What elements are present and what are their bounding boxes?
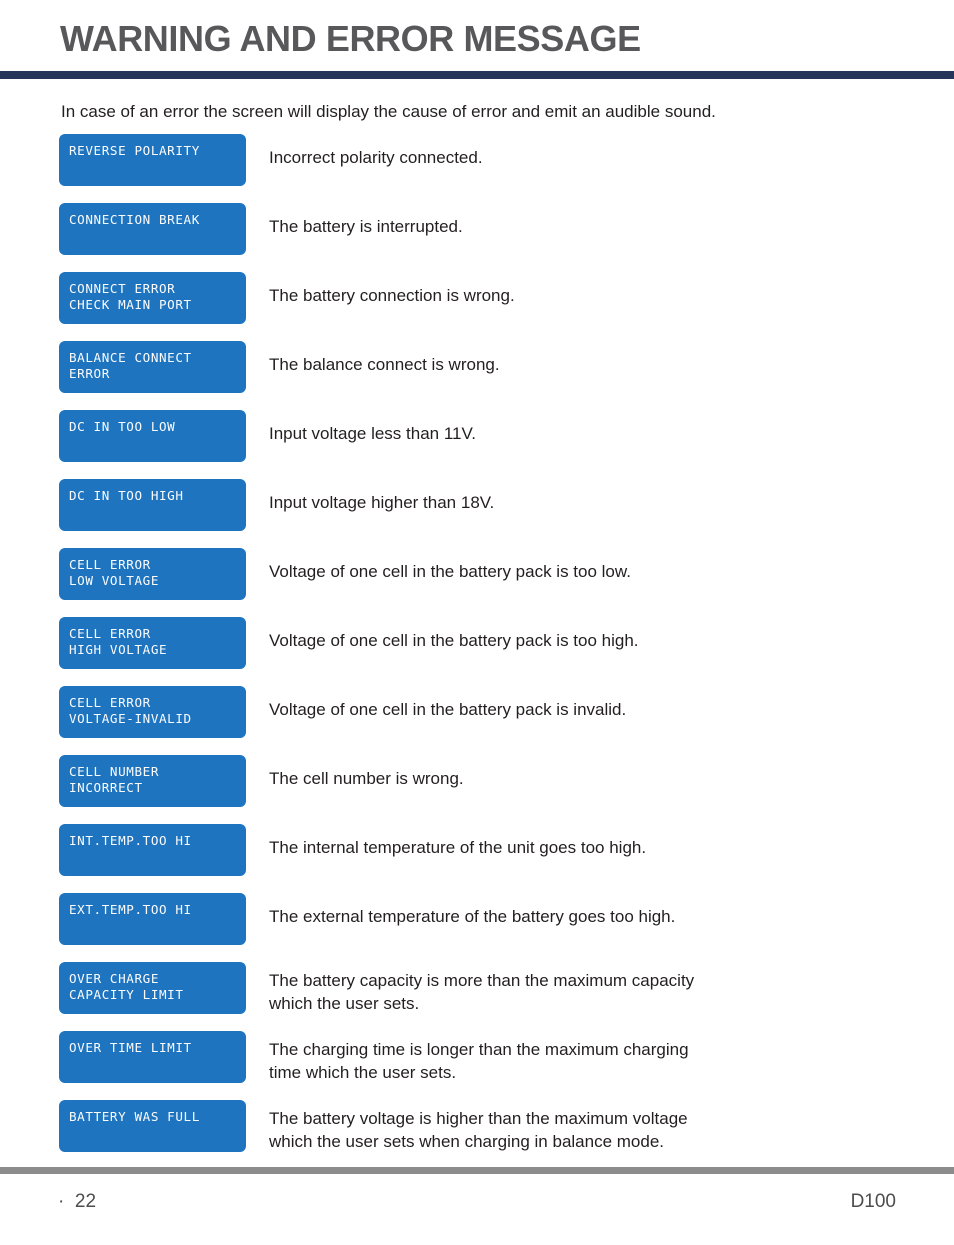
lcd-display-box: BALANCE CONNECT ERROR <box>59 341 246 393</box>
lcd-line-1: CELL ERROR <box>69 626 151 641</box>
lcd-display-box: CELL ERROR LOW VOLTAGE <box>59 548 246 600</box>
message-description: Incorrect polarity connected. <box>269 148 483 167</box>
message-row: CELL NUMBER INCORRECT The cell number is w… <box>59 755 899 807</box>
error-message-list: REVERSE POLARITY Incorrect polarity conne… <box>59 134 899 1169</box>
message-description: Input voltage less than 11V. <box>269 424 476 443</box>
message-description: The cell number is wrong. <box>269 769 464 788</box>
footer-divider-rule <box>0 1167 954 1174</box>
lcd-display-box: CELL ERROR VOLTAGE-INVALID <box>59 686 246 738</box>
message-description: The balance connect is wrong. <box>269 355 500 374</box>
message-description: The battery capacity is more than the ma… <box>269 971 695 1013</box>
lcd-line-2: CAPACITY LIMIT <box>69 987 184 1002</box>
message-description: The battery is interrupted. <box>269 217 463 236</box>
message-row: CELL ERROR LOW VOLTAGE Voltage of one cell… <box>59 548 899 600</box>
message-row: CELL ERROR HIGH VOLTAGE Voltage of one cel… <box>59 617 899 669</box>
message-row: BALANCE CONNECT ERROR The balance connect … <box>59 341 899 393</box>
message-row: OVER TIME LIMIT The charging time is long… <box>59 1031 899 1083</box>
message-row: CELL ERROR VOLTAGE-INVALID Voltage of one … <box>59 686 899 738</box>
lcd-line-1: CONNECT ERROR <box>69 281 176 296</box>
page-header: WARNING AND ERROR MESSAGE <box>0 0 954 79</box>
message-description: The external temperature of the battery … <box>269 907 676 926</box>
lcd-line-2: INCORRECT <box>69 780 143 795</box>
intro-paragraph: In case of an error the screen will disp… <box>61 102 716 121</box>
lcd-display-box: CELL ERROR HIGH VOLTAGE <box>59 617 246 669</box>
lcd-line-2: CHECK MAIN PORT <box>69 297 192 312</box>
lcd-line-1: CELL ERROR <box>69 695 151 710</box>
message-description: Input voltage higher than 18V. <box>269 493 495 512</box>
message-row: CONNECTION BREAK The battery is interrupt… <box>59 203 899 255</box>
lcd-display-box: EXT.TEMP.TOO HI <box>59 893 246 945</box>
header-divider-rule <box>0 71 954 79</box>
footer-page-number: · 22 <box>58 1191 97 1212</box>
lcd-line-1: REVERSE POLARITY <box>69 143 200 158</box>
lcd-line-1: DC IN TOO HIGH <box>69 488 184 503</box>
message-row: CONNECT ERROR CHECK MAIN PORT The battery … <box>59 272 899 324</box>
lcd-line-2: ERROR <box>69 366 110 381</box>
lcd-line-2: HIGH VOLTAGE <box>69 642 168 657</box>
message-description: Voltage of one cell in the battery pack … <box>269 562 631 581</box>
lcd-display-box: BATTERY WAS FULL <box>59 1100 246 1152</box>
lcd-line-1: CELL NUMBER <box>69 764 160 779</box>
message-row: BATTERY WAS FULL The battery voltage is h… <box>59 1100 899 1152</box>
lcd-line-1: CONNECTION BREAK <box>69 212 200 227</box>
lcd-line-1: BALANCE CONNECT <box>69 350 192 365</box>
lcd-line-1: EXT.TEMP.TOO HI <box>69 902 192 917</box>
lcd-display-box: DC IN TOO LOW <box>59 410 246 462</box>
lcd-line-1: DC IN TOO LOW <box>69 419 176 434</box>
page-footer: · 22 D100 <box>0 1167 954 1245</box>
lcd-line-1: BATTERY WAS FULL <box>69 1109 200 1124</box>
lcd-line-2: VOLTAGE-INVALID <box>69 711 192 726</box>
message-row: EXT.TEMP.TOO HI The external temperature … <box>59 893 899 945</box>
message-row: OVER CHARGE CAPACITY LIMIT The battery cap… <box>59 962 899 1014</box>
lcd-line-2: LOW VOLTAGE <box>69 573 160 588</box>
page-title: WARNING AND ERROR MESSAGE <box>60 18 641 59</box>
lcd-display-box: DC IN TOO HIGH <box>59 479 246 531</box>
lcd-display-box: OVER CHARGE CAPACITY LIMIT <box>59 962 246 1014</box>
message-row: INT.TEMP.TOO HI The internal temperature … <box>59 824 899 876</box>
message-description: The charging time is longer than the max… <box>269 1040 689 1082</box>
lcd-line-1: OVER CHARGE <box>69 971 160 986</box>
message-row: DC IN TOO LOW Input voltage less than 11V… <box>59 410 899 462</box>
message-description: The battery voltage is higher than the m… <box>269 1109 688 1151</box>
message-description: Voltage of one cell in the battery pack … <box>269 631 639 650</box>
lcd-line-1: INT.TEMP.TOO HI <box>69 833 192 848</box>
lcd-line-1: CELL ERROR <box>69 557 151 572</box>
lcd-display-box: CONNECT ERROR CHECK MAIN PORT <box>59 272 246 324</box>
message-description: The internal temperature of the unit goe… <box>269 838 647 857</box>
message-description: The battery connection is wrong. <box>269 286 515 305</box>
message-row: REVERSE POLARITY Incorrect polarity conne… <box>59 134 899 186</box>
lcd-display-box: CONNECTION BREAK <box>59 203 246 255</box>
lcd-line-1: OVER TIME LIMIT <box>69 1040 192 1055</box>
message-row: DC IN TOO HIGH Input voltage higher than … <box>59 479 899 531</box>
lcd-display-box: OVER TIME LIMIT <box>59 1031 246 1083</box>
footer-model-name: D100 <box>850 1191 896 1212</box>
lcd-display-box: INT.TEMP.TOO HI <box>59 824 246 876</box>
lcd-display-box: CELL NUMBER INCORRECT <box>59 755 246 807</box>
message-description: Voltage of one cell in the battery pack … <box>269 700 627 719</box>
lcd-display-box: REVERSE POLARITY <box>59 134 246 186</box>
